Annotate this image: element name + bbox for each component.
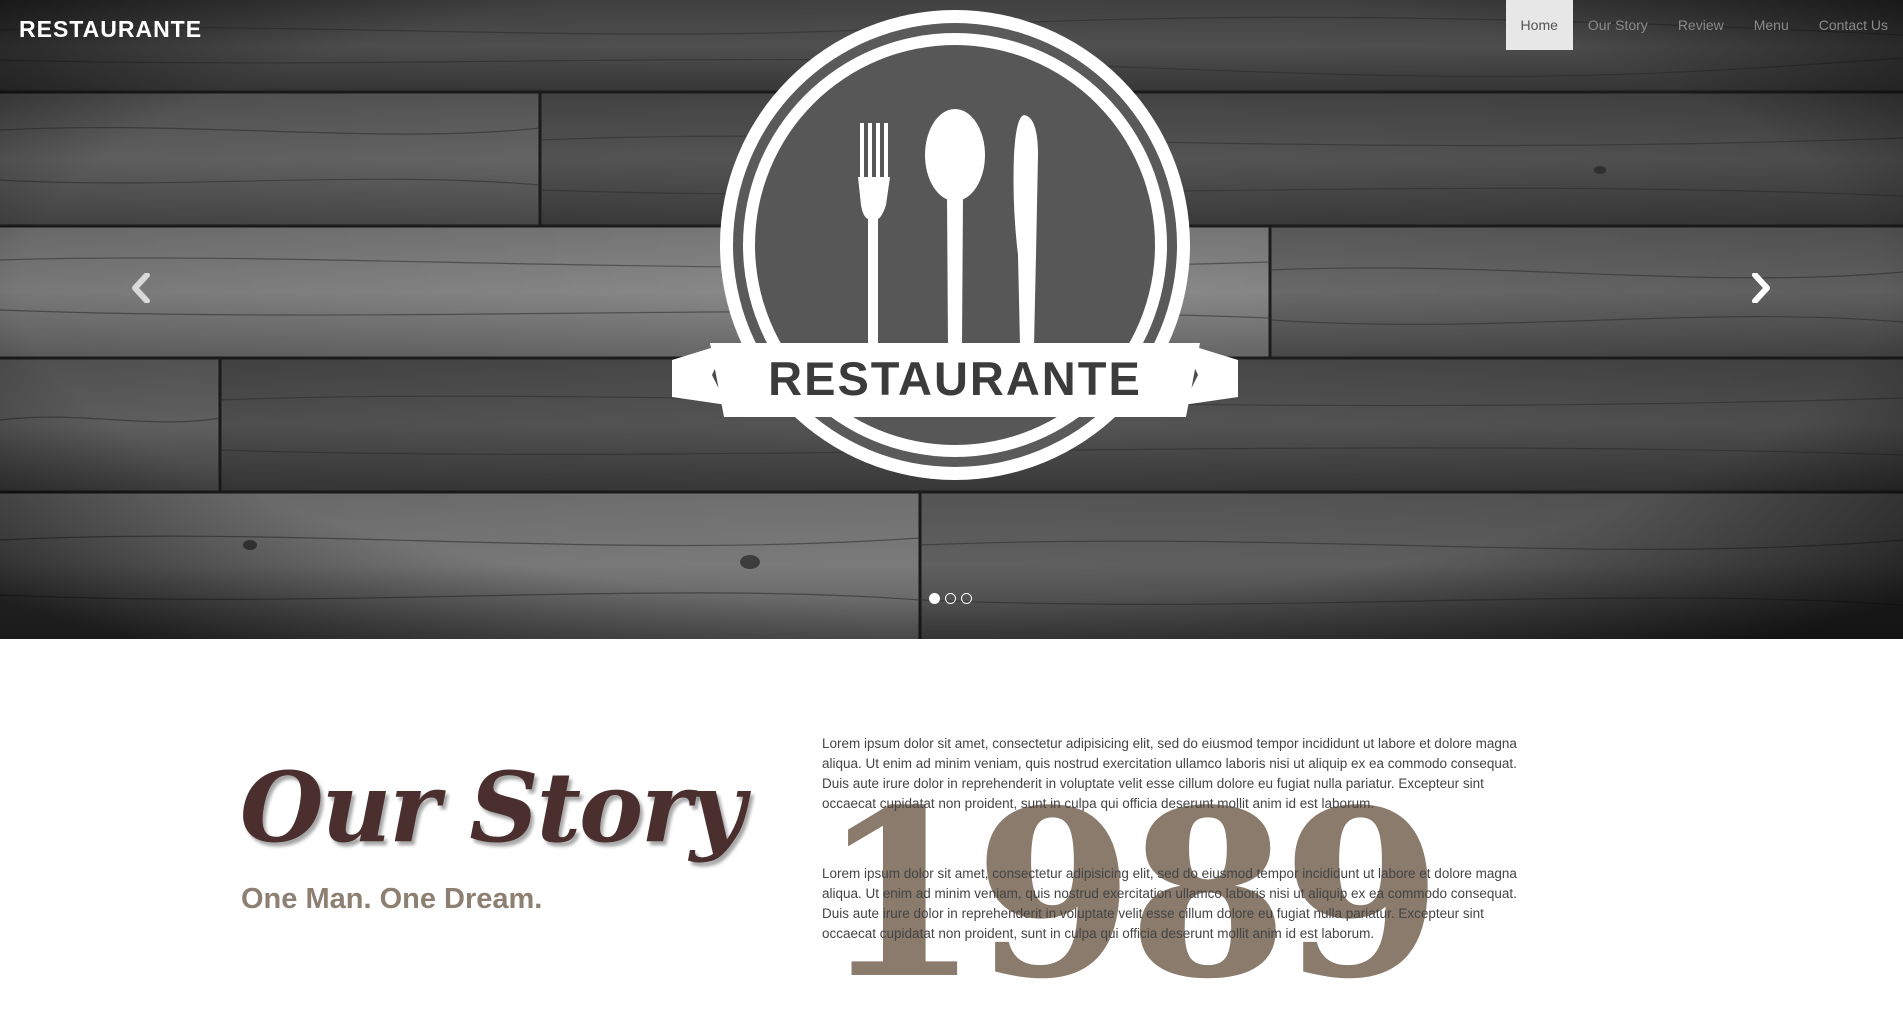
chevron-right-icon	[1752, 273, 1770, 303]
nav-item-contact-us[interactable]: Contact Us	[1804, 0, 1903, 50]
story-heading: Our Story	[240, 751, 745, 864]
carousel-indicator-3[interactable]	[961, 593, 972, 604]
carousel-indicator-1[interactable]	[929, 593, 940, 604]
emblem-wordmark: RESTAURANTE	[768, 352, 1142, 405]
nav-item-our-story[interactable]: Our Story	[1573, 0, 1663, 50]
carousel-next-button[interactable]	[1741, 268, 1781, 308]
main-nav: Home Our Story Review Menu Contact Us	[1505, 0, 1903, 50]
story-subheading: One Man. One Dream.	[241, 883, 543, 915]
restaurant-emblem-logo: RESTAURANTE	[672, 5, 1238, 490]
story-paragraph-2: Lorem ipsum dolor sit amet, consectetur …	[822, 866, 1517, 941]
top-navbar: RESTAURANTE Home Our Story Review Menu C…	[0, 0, 1903, 50]
brand-logo[interactable]: RESTAURANTE	[19, 18, 202, 41]
chevron-left-icon	[132, 273, 150, 303]
carousel-indicators	[929, 593, 972, 604]
nav-item-review[interactable]: Review	[1663, 0, 1739, 50]
nav-item-home[interactable]: Home	[1505, 0, 1573, 50]
carousel-prev-button[interactable]	[121, 268, 161, 308]
carousel-indicator-2[interactable]	[945, 593, 956, 604]
hero-carousel: RESTAURANTE	[0, 0, 1903, 639]
story-paragraph-1: Lorem ipsum dolor sit amet, consectetur …	[822, 736, 1517, 811]
nav-item-menu[interactable]: Menu	[1739, 0, 1804, 50]
emblem-graphic	[672, 10, 1238, 480]
